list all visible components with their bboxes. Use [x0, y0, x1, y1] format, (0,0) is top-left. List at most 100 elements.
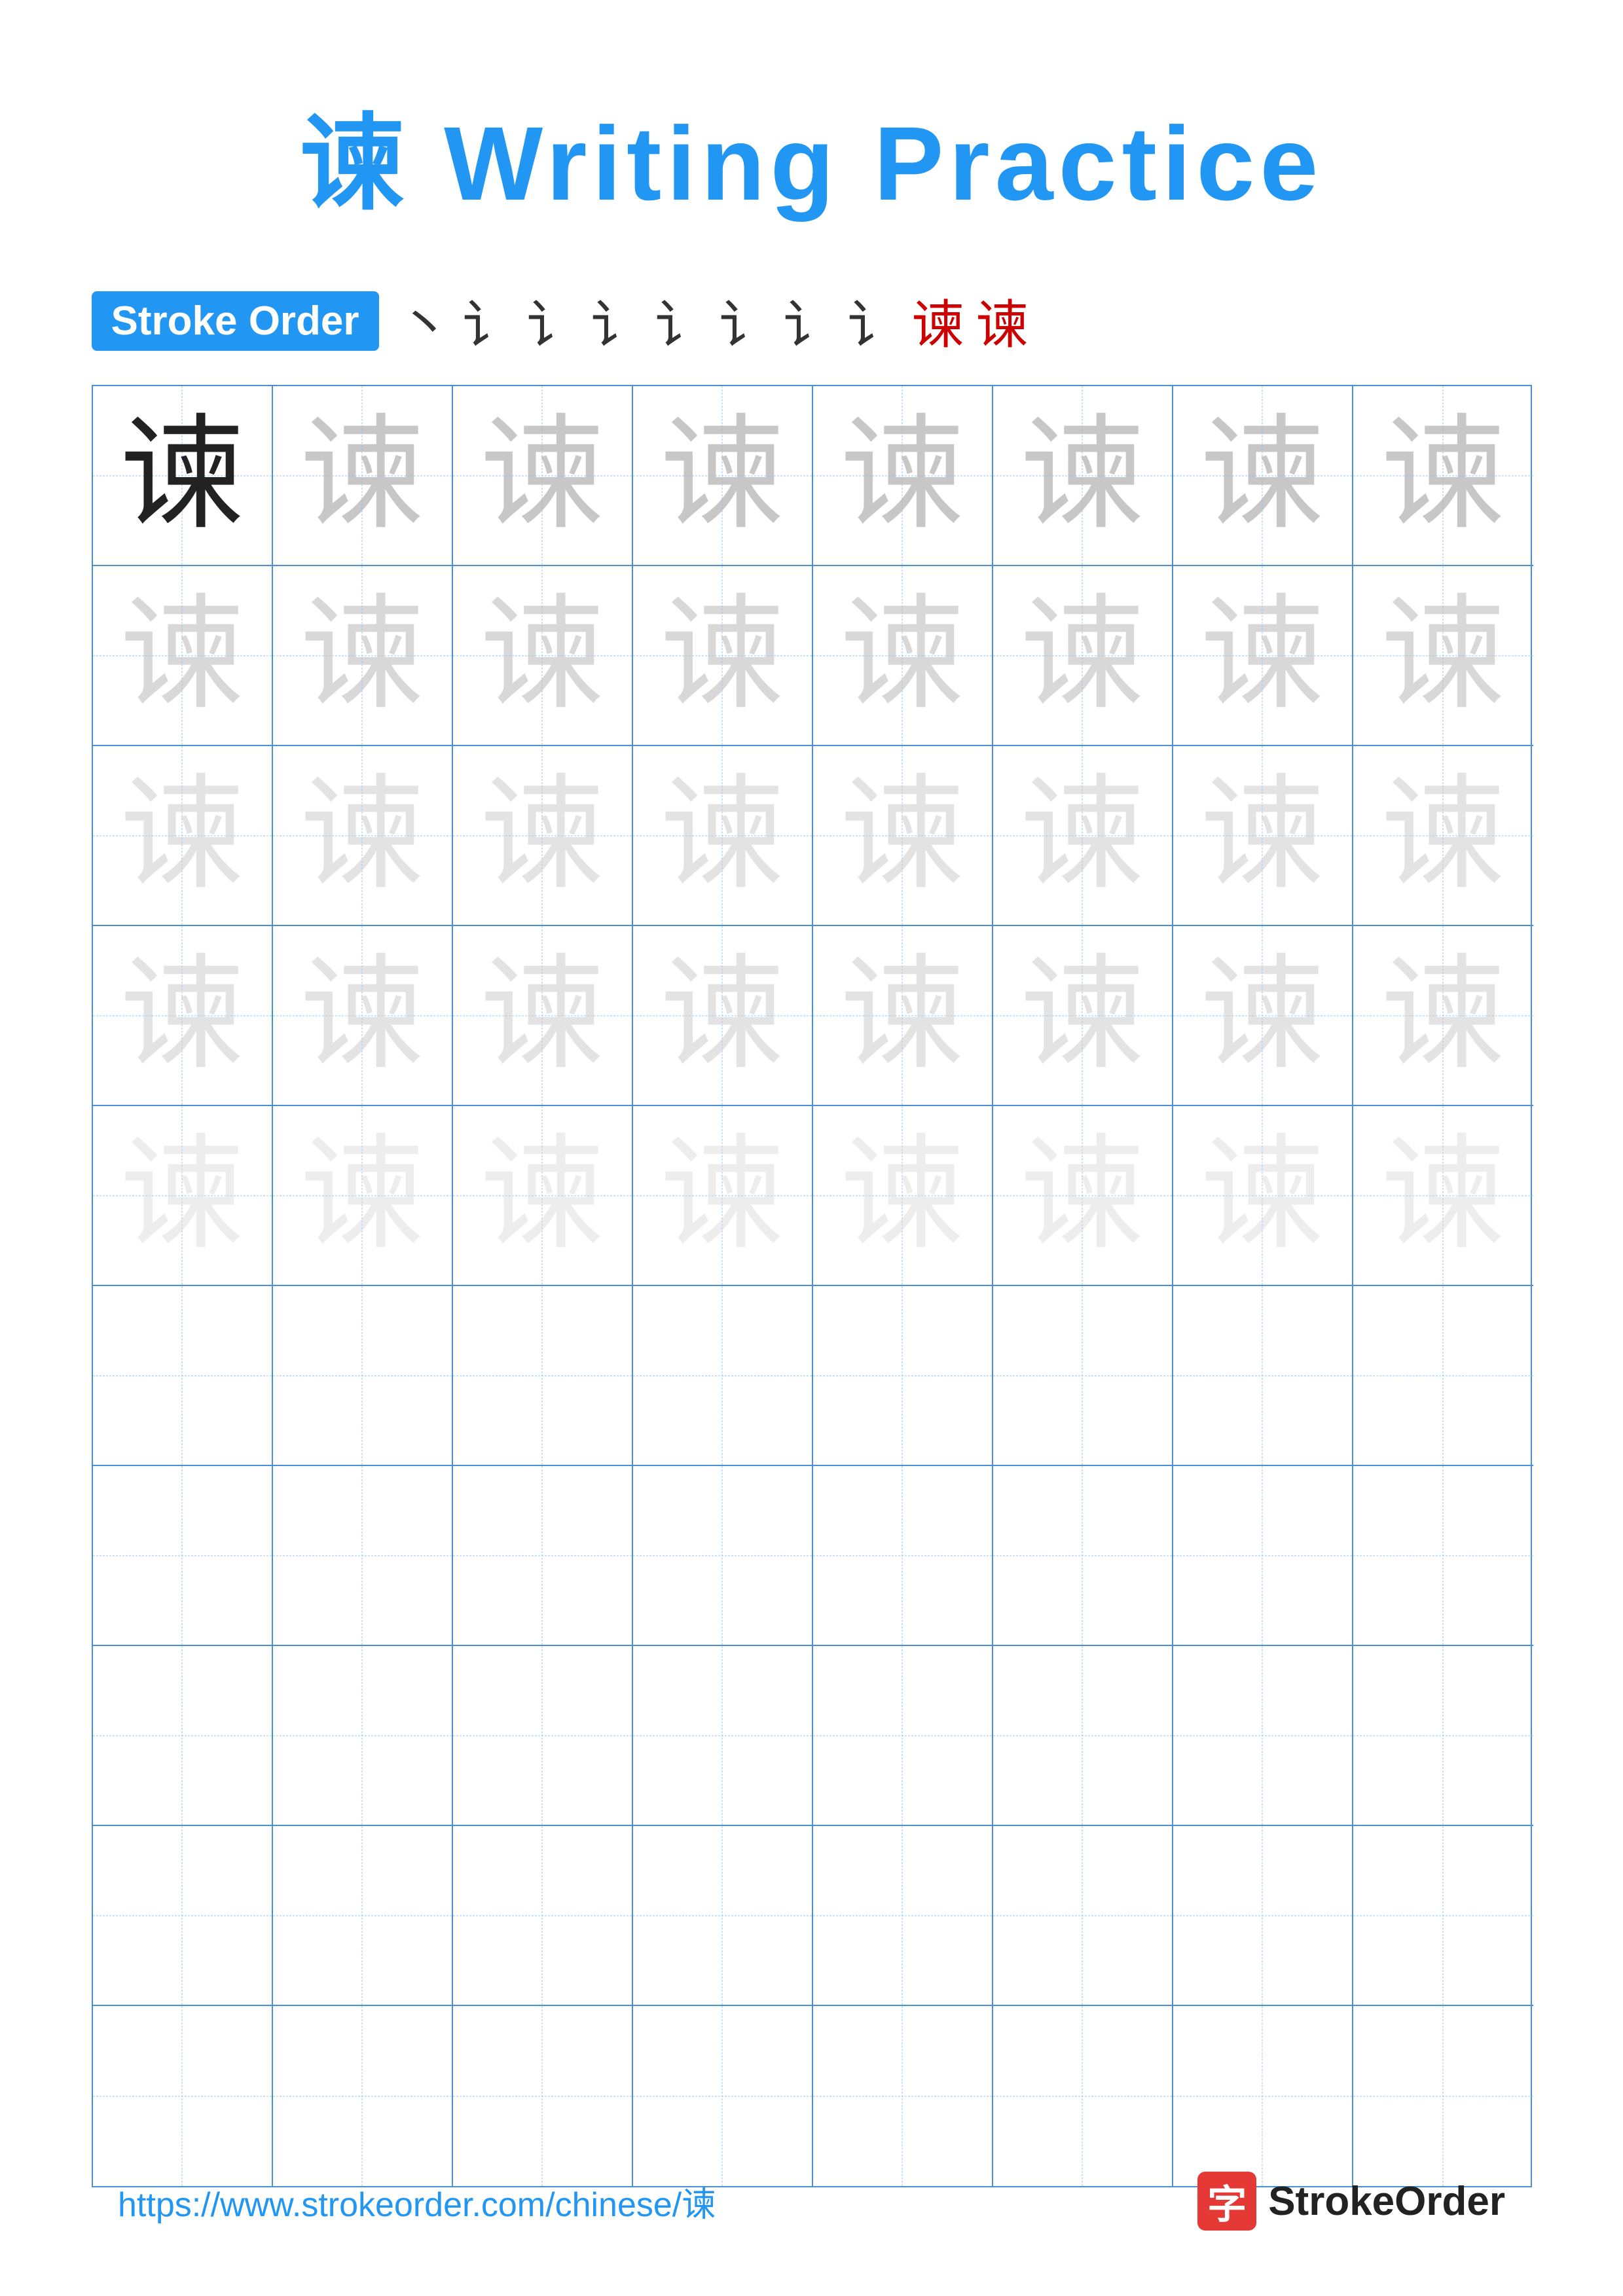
grid-cell-8-1[interactable] [273, 1826, 453, 2006]
grid-cell-2-1[interactable]: 谏 [273, 746, 453, 926]
grid-cell-6-5[interactable] [993, 1466, 1173, 1646]
grid-cell-6-1[interactable] [273, 1466, 453, 1646]
grid-cell-7-2[interactable] [453, 1646, 633, 1826]
grid-cell-7-1[interactable] [273, 1646, 453, 1826]
cell-character: 谏 [840, 1134, 964, 1258]
grid-cell-8-4[interactable] [813, 1826, 993, 2006]
grid-cell-1-7[interactable]: 谏 [1353, 566, 1533, 746]
grid-cell-4-6[interactable]: 谏 [1173, 1106, 1353, 1286]
grid-cell-3-7[interactable]: 谏 [1353, 926, 1533, 1106]
grid-cell-3-2[interactable]: 谏 [453, 926, 633, 1106]
grid-cell-6-4[interactable] [813, 1466, 993, 1646]
grid-cell-6-3[interactable] [633, 1466, 813, 1646]
page: 谏 Writing Practice Stroke Order 丶讠讠讠讠讠讠讠… [0, 0, 1623, 2296]
cell-character: 谏 [1200, 414, 1324, 538]
grid-cell-1-1[interactable]: 谏 [273, 566, 453, 746]
brand-icon: 字 [1197, 2172, 1256, 2231]
grid-cell-4-5[interactable]: 谏 [993, 1106, 1173, 1286]
grid-row-3: 谏谏谏谏谏谏谏谏 [93, 926, 1531, 1106]
stroke-step-5: 讠 [720, 283, 772, 359]
stroke-step-1: 讠 [463, 283, 515, 359]
grid-cell-9-2[interactable] [453, 2006, 633, 2186]
grid-cell-3-6[interactable]: 谏 [1173, 926, 1353, 1106]
grid-cell-7-0[interactable] [93, 1646, 273, 1826]
grid-cell-5-3[interactable] [633, 1286, 813, 1466]
grid-cell-8-6[interactable] [1173, 1826, 1353, 2006]
stroke-sequence: 丶讠讠讠讠讠讠讠谏谏 [399, 283, 1029, 359]
stroke-step-2: 讠 [527, 283, 579, 359]
grid-cell-7-6[interactable] [1173, 1646, 1353, 1826]
grid-cell-0-6[interactable]: 谏 [1173, 386, 1353, 566]
grid-cell-1-0[interactable]: 谏 [93, 566, 273, 746]
grid-cell-4-3[interactable]: 谏 [633, 1106, 813, 1286]
grid-cell-7-7[interactable] [1353, 1646, 1533, 1826]
grid-cell-2-0[interactable]: 谏 [93, 746, 273, 926]
grid-cell-0-3[interactable]: 谏 [633, 386, 813, 566]
grid-cell-0-4[interactable]: 谏 [813, 386, 993, 566]
grid-cell-4-2[interactable]: 谏 [453, 1106, 633, 1286]
cell-character: 谏 [300, 1134, 424, 1258]
grid-cell-6-0[interactable] [93, 1466, 273, 1646]
grid-cell-8-7[interactable] [1353, 1826, 1533, 2006]
grid-cell-3-3[interactable]: 谏 [633, 926, 813, 1106]
grid-cell-2-5[interactable]: 谏 [993, 746, 1173, 926]
grid-cell-9-5[interactable] [993, 2006, 1173, 2186]
grid-cell-6-6[interactable] [1173, 1466, 1353, 1646]
grid-cell-9-7[interactable] [1353, 2006, 1533, 2186]
cell-character: 谏 [120, 954, 244, 1078]
cell-character: 谏 [840, 414, 964, 538]
grid-cell-1-6[interactable]: 谏 [1173, 566, 1353, 746]
grid-cell-6-7[interactable] [1353, 1466, 1533, 1646]
grid-cell-5-0[interactable] [93, 1286, 273, 1466]
grid-cell-1-3[interactable]: 谏 [633, 566, 813, 746]
practice-grid: 谏谏谏谏谏谏谏谏谏谏谏谏谏谏谏谏谏谏谏谏谏谏谏谏谏谏谏谏谏谏谏谏谏谏谏谏谏谏谏谏 [92, 385, 1532, 2187]
grid-cell-5-6[interactable] [1173, 1286, 1353, 1466]
grid-cell-5-4[interactable] [813, 1286, 993, 1466]
grid-cell-7-4[interactable] [813, 1646, 993, 1826]
grid-cell-5-1[interactable] [273, 1286, 453, 1466]
grid-cell-9-1[interactable] [273, 2006, 453, 2186]
grid-cell-1-5[interactable]: 谏 [993, 566, 1173, 746]
grid-cell-4-0[interactable]: 谏 [93, 1106, 273, 1286]
grid-cell-5-7[interactable] [1353, 1286, 1533, 1466]
grid-cell-2-7[interactable]: 谏 [1353, 746, 1533, 926]
grid-cell-3-1[interactable]: 谏 [273, 926, 453, 1106]
grid-cell-9-3[interactable] [633, 2006, 813, 2186]
grid-cell-8-0[interactable] [93, 1826, 273, 2006]
cell-character: 谏 [1020, 774, 1144, 898]
grid-cell-7-3[interactable] [633, 1646, 813, 1826]
grid-cell-9-6[interactable] [1173, 2006, 1353, 2186]
grid-cell-4-7[interactable]: 谏 [1353, 1106, 1533, 1286]
grid-row-8 [93, 1826, 1531, 2006]
grid-cell-8-3[interactable] [633, 1826, 813, 2006]
grid-cell-7-5[interactable] [993, 1646, 1173, 1826]
cell-character: 谏 [1381, 774, 1505, 898]
grid-cell-4-4[interactable]: 谏 [813, 1106, 993, 1286]
grid-row-0: 谏谏谏谏谏谏谏谏 [93, 386, 1531, 566]
grid-cell-4-1[interactable]: 谏 [273, 1106, 453, 1286]
grid-cell-8-2[interactable] [453, 1826, 633, 2006]
grid-cell-2-4[interactable]: 谏 [813, 746, 993, 926]
grid-cell-9-4[interactable] [813, 2006, 993, 2186]
grid-cell-0-7[interactable]: 谏 [1353, 386, 1533, 566]
grid-cell-8-5[interactable] [993, 1826, 1173, 2006]
grid-row-7 [93, 1646, 1531, 1826]
cell-character: 谏 [120, 1134, 244, 1258]
grid-cell-3-5[interactable]: 谏 [993, 926, 1173, 1106]
grid-cell-2-2[interactable]: 谏 [453, 746, 633, 926]
grid-cell-6-2[interactable] [453, 1466, 633, 1646]
grid-cell-2-3[interactable]: 谏 [633, 746, 813, 926]
grid-cell-2-6[interactable]: 谏 [1173, 746, 1353, 926]
grid-cell-0-5[interactable]: 谏 [993, 386, 1173, 566]
grid-cell-0-0[interactable]: 谏 [93, 386, 273, 566]
grid-cell-0-2[interactable]: 谏 [453, 386, 633, 566]
grid-cell-1-4[interactable]: 谏 [813, 566, 993, 746]
grid-cell-5-2[interactable] [453, 1286, 633, 1466]
grid-cell-3-0[interactable]: 谏 [93, 926, 273, 1106]
grid-row-2: 谏谏谏谏谏谏谏谏 [93, 746, 1531, 926]
grid-cell-5-5[interactable] [993, 1286, 1173, 1466]
grid-cell-0-1[interactable]: 谏 [273, 386, 453, 566]
grid-cell-9-0[interactable] [93, 2006, 273, 2186]
grid-cell-3-4[interactable]: 谏 [813, 926, 993, 1106]
grid-cell-1-2[interactable]: 谏 [453, 566, 633, 746]
